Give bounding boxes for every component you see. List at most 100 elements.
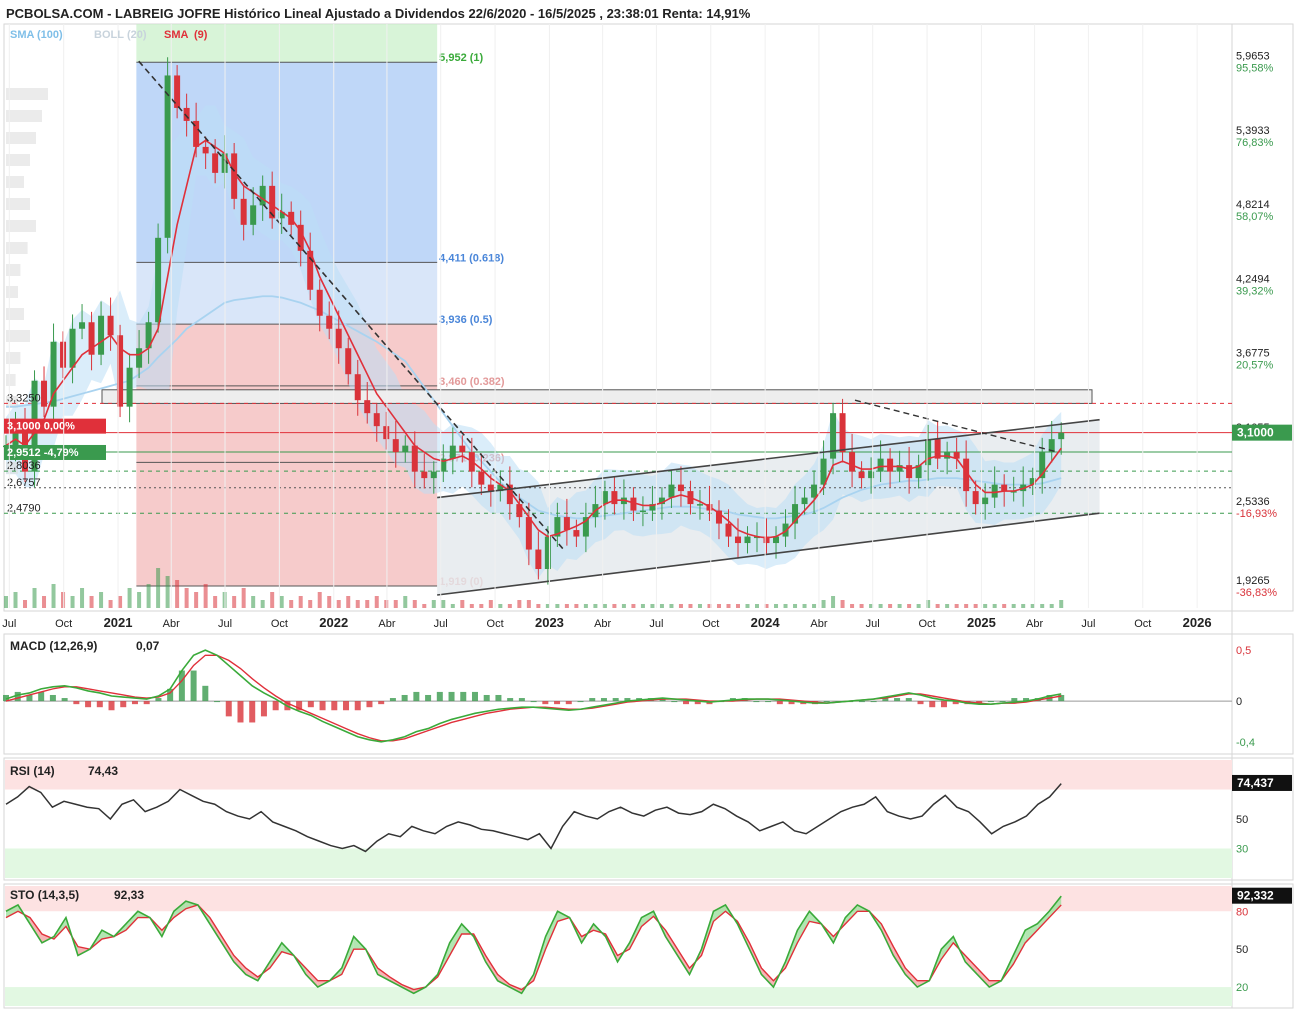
volume-bar [1040, 604, 1045, 608]
volume-profile-bar-2 [6, 132, 36, 144]
y-tick-label: 4,2494 [1236, 273, 1270, 285]
macd-histogram-bar [987, 701, 994, 703]
volume-bar [327, 596, 332, 608]
volume-bar [260, 600, 265, 608]
candle-body [811, 484, 818, 498]
volume-bar [488, 600, 493, 608]
volume-bar [631, 604, 636, 608]
volume-bar [916, 604, 921, 608]
volume-bar [374, 596, 379, 608]
candle-body [744, 536, 751, 544]
volume-bar [697, 604, 702, 608]
volume-bar [346, 596, 351, 608]
candle-body [79, 322, 86, 329]
volume-bar [517, 600, 522, 608]
volume-bar [156, 568, 161, 608]
rsi-value: 74,43 [88, 764, 118, 778]
macd-histogram-bar [343, 701, 350, 711]
y-tick-pct: 20,57% [1236, 360, 1274, 372]
volume-bar [251, 596, 256, 608]
candle-body [1058, 432, 1065, 440]
volume-bar [907, 604, 912, 608]
candle-body [354, 374, 361, 401]
candle-body [126, 367, 133, 407]
volume-bar [945, 604, 950, 608]
macd-histogram-bar [823, 701, 830, 703]
volume-bar [384, 600, 389, 608]
price-mark: 2,4790 [7, 502, 41, 514]
macd-histogram-bar [237, 701, 244, 723]
macd-histogram-bar [143, 701, 150, 705]
candle-body [392, 439, 399, 453]
candle-body [69, 328, 76, 368]
y-tick-label: 1,9265 [1236, 575, 1270, 587]
volume-bar [726, 604, 731, 608]
candle-body [877, 458, 884, 472]
macd-histogram-bar [776, 701, 783, 705]
sto-label: STO (14,3,5) [10, 888, 79, 902]
candle-body [725, 523, 732, 537]
volume-bar [4, 596, 8, 608]
sto-y-tick: 20 [1236, 982, 1248, 994]
price-mark-green: 2,9512 -4,79% [7, 447, 79, 459]
volume-profile-bar-1 [6, 110, 42, 122]
macd-histogram-bar [542, 701, 549, 705]
volume-bar [954, 604, 959, 608]
volume-bar [1059, 600, 1064, 608]
volume-bar [526, 600, 531, 608]
price-mark: 3,3250 [7, 392, 41, 404]
candle-body [449, 445, 456, 459]
macd-label: MACD (12,26,9) [10, 639, 97, 653]
candle-body [164, 75, 171, 238]
volume-profile-bar-8 [6, 264, 21, 276]
volume-bar [831, 596, 836, 608]
x-tick-label: Abr [810, 618, 827, 630]
macd-histogram-bar [471, 691, 478, 702]
volume-bar [308, 600, 313, 608]
candle-body [563, 517, 570, 531]
rsi-y-tick: 30 [1236, 844, 1248, 856]
legend-boll-label: BOLL [94, 29, 124, 41]
y-tick-pct: 58,07% [1236, 211, 1274, 223]
candle-body [839, 413, 846, 453]
macd-histogram-bar [202, 685, 209, 702]
candle-body [250, 205, 257, 225]
macd-histogram-bar [272, 701, 279, 711]
volume-bar [602, 604, 607, 608]
x-tick-label: Oct [271, 618, 288, 630]
volume-profile-bar-10 [6, 308, 24, 320]
candle-body [411, 445, 418, 472]
macd-histogram-bar [120, 701, 127, 708]
volume-bar [42, 596, 47, 608]
x-tick-label: Jul [649, 618, 663, 630]
macd-histogram-bar [753, 701, 760, 703]
volume-bar [859, 604, 864, 608]
volume-bar [640, 604, 645, 608]
macd-histogram-bar [600, 698, 607, 702]
x-tick-label: Abr [1026, 618, 1043, 630]
x-tick-label: Oct [919, 618, 936, 630]
volume-bar [669, 604, 674, 608]
price-mark: 2,8036 [7, 460, 41, 472]
macd-y-tick: 0,5 [1236, 645, 1251, 657]
volume-bar [793, 604, 798, 608]
volume-bar [270, 592, 275, 608]
volume-bar [802, 604, 807, 608]
volume-bar [973, 604, 978, 608]
volume-bar [422, 604, 427, 608]
macd-y-tick: -0,4 [1236, 737, 1255, 749]
volume-bar [118, 596, 123, 608]
rsi-last-label: 74,437 [1237, 776, 1274, 790]
candle-body [858, 471, 865, 479]
legend-sma9-label: SMA [164, 29, 189, 41]
macd-histogram-bar [518, 698, 525, 702]
x-tick-label: Abr [378, 618, 395, 630]
candle-body [887, 458, 894, 472]
volume-bar [650, 604, 655, 608]
volume-bar [688, 604, 693, 608]
y-tick-label: 5,3933 [1236, 125, 1270, 137]
volume-bar [403, 596, 408, 608]
candle-body [107, 315, 114, 336]
candle-body [421, 471, 428, 479]
macd-histogram-bar [905, 698, 912, 702]
